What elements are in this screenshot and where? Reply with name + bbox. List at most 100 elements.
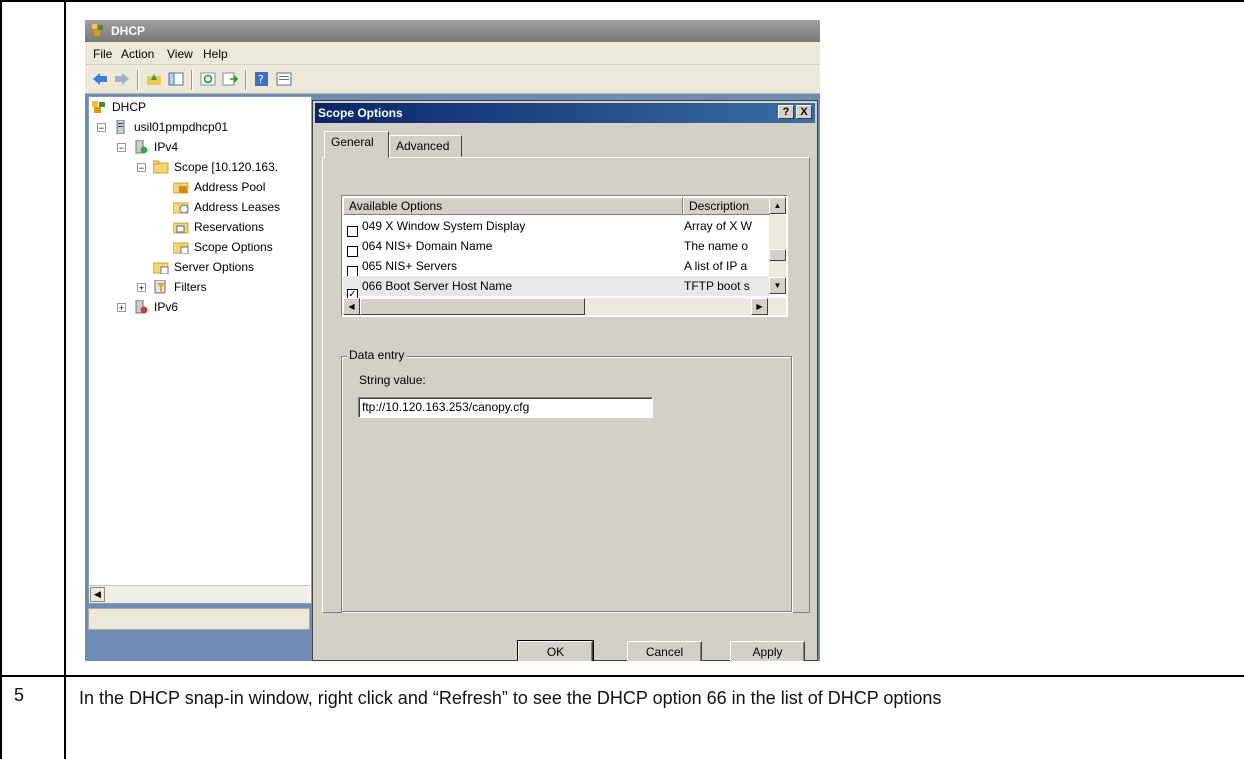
tree-label: IPv4 bbox=[154, 140, 179, 154]
toolbar: ? bbox=[85, 65, 820, 94]
tree-node-reservations[interactable]: Reservations bbox=[173, 218, 264, 236]
address-pool-icon bbox=[173, 182, 189, 194]
table-divider bbox=[64, 0, 66, 759]
table-border-top bbox=[0, 0, 1244, 2]
refresh-icon[interactable] bbox=[199, 71, 217, 87]
dialog-title-bar: Scope Options ? X bbox=[315, 103, 815, 123]
help-icon[interactable]: ? bbox=[253, 71, 271, 87]
options-vertical-scrollbar[interactable]: ▲ ▼ bbox=[769, 197, 786, 294]
option-description: A list of IP a bbox=[684, 259, 748, 273]
tree-label: Scope Options bbox=[194, 240, 273, 254]
expand-toggle[interactable]: + bbox=[117, 303, 126, 313]
address-leases-icon bbox=[173, 202, 189, 214]
expand-toggle[interactable]: + bbox=[137, 283, 146, 293]
ipv4-icon bbox=[135, 140, 148, 154]
tree-node-address-leases[interactable]: Address Leases bbox=[173, 198, 280, 216]
tree-label: Address Pool bbox=[194, 180, 266, 194]
menu-help[interactable]: Help bbox=[203, 47, 228, 61]
option-name: 065 NIS+ Servers bbox=[362, 259, 458, 273]
show-hide-tree-icon[interactable] bbox=[167, 71, 185, 87]
tree-node-server-options[interactable]: Server Options bbox=[153, 258, 254, 276]
tree-label: DHCP bbox=[112, 100, 147, 114]
dhcp-app-icon bbox=[92, 24, 103, 36]
back-arrow-icon[interactable] bbox=[91, 71, 109, 87]
status-bar bbox=[88, 608, 310, 630]
tree-label: Reservations bbox=[194, 220, 265, 234]
option-description: The name o bbox=[684, 239, 749, 253]
option-row[interactable]: 065 NIS+ Servers A list of IP a bbox=[343, 256, 770, 277]
cancel-button[interactable]: Cancel bbox=[627, 641, 702, 661]
export-list-icon[interactable] bbox=[221, 71, 239, 87]
scroll-thumb[interactable] bbox=[769, 249, 786, 261]
column-header-options[interactable]: Available Options bbox=[343, 197, 683, 215]
column-header-description[interactable]: Description bbox=[683, 197, 770, 215]
console-tree: DHCP − usil01pmpdhcp01 − IPv4 − Scope [1… bbox=[88, 96, 312, 604]
tree-node-address-pool[interactable]: Address Pool bbox=[173, 178, 265, 196]
filters-icon bbox=[154, 280, 166, 294]
tree-node-server[interactable]: usil01pmpdhcp01 bbox=[113, 118, 228, 136]
tree-node-ipv4[interactable]: IPv4 bbox=[133, 138, 178, 156]
scroll-up-icon[interactable]: ▲ bbox=[769, 197, 786, 214]
tree-label: IPv6 bbox=[154, 300, 179, 314]
string-value-label: String value: bbox=[359, 373, 426, 387]
toolbar-separator bbox=[245, 70, 247, 90]
option-row[interactable]: 064 NIS+ Domain Name The name o bbox=[343, 236, 770, 257]
mmc-title-bar: DHCP bbox=[85, 20, 820, 42]
string-value-input[interactable]: ftp://10.120.163.253/canopy.cfg bbox=[358, 397, 653, 418]
options-horizontal-scrollbar[interactable]: ◀ ▶ bbox=[343, 298, 786, 315]
apply-button[interactable]: Apply bbox=[730, 641, 805, 661]
scope-options-dialog: Scope Options ? X General Advanced Avail… bbox=[312, 100, 818, 661]
option-name: 049 X Window System Display bbox=[362, 219, 526, 233]
tree-node-filters[interactable]: Filters bbox=[153, 278, 207, 296]
ok-button[interactable]: OK bbox=[517, 640, 594, 661]
up-folder-icon[interactable] bbox=[145, 71, 163, 87]
option-description: TFTP boot s bbox=[684, 279, 750, 293]
collapse-toggle[interactable]: − bbox=[117, 143, 126, 153]
properties-icon[interactable] bbox=[275, 71, 293, 87]
tree-node-scope[interactable]: Scope [10.120.163. bbox=[153, 158, 278, 176]
tree-node-ipv6[interactable]: IPv6 bbox=[133, 298, 178, 316]
tree-label: usil01pmpdhcp01 bbox=[134, 120, 229, 134]
mmc-title: DHCP bbox=[111, 24, 146, 38]
close-button[interactable]: X bbox=[796, 105, 812, 119]
scroll-left-icon[interactable]: ◀ bbox=[343, 298, 360, 315]
data-entry-group bbox=[341, 356, 792, 612]
step-instruction: In the DHCP snap-in window, right click … bbox=[79, 688, 942, 708]
tree-horizontal-scrollbar[interactable]: ◀ bbox=[89, 585, 310, 603]
scroll-thumb[interactable] bbox=[360, 298, 585, 315]
server-options-icon bbox=[153, 262, 169, 274]
server-icon bbox=[116, 120, 125, 134]
tab-advanced[interactable]: Advanced bbox=[389, 135, 462, 157]
option-description: Array of X W bbox=[684, 219, 753, 233]
option-row[interactable]: 049 X Window System Display Array of X W bbox=[343, 216, 770, 237]
tab-general[interactable]: General bbox=[324, 131, 389, 158]
collapse-toggle[interactable]: − bbox=[97, 123, 106, 133]
menu-view[interactable]: View bbox=[167, 47, 193, 61]
table-row-separator bbox=[0, 675, 1244, 677]
toolbar-separator bbox=[191, 70, 193, 90]
help-button[interactable]: ? bbox=[778, 105, 794, 119]
scroll-down-icon[interactable]: ▼ bbox=[769, 277, 786, 294]
ipv6-icon bbox=[135, 300, 148, 314]
collapse-toggle[interactable]: − bbox=[137, 163, 146, 173]
option-name: 064 NIS+ Domain Name bbox=[362, 239, 493, 253]
dhcp-screenshot: DHCP File Action View Help ? DHCP − usil… bbox=[85, 20, 820, 661]
data-entry-label: Data entry bbox=[347, 348, 407, 362]
tree-label: Server Options bbox=[174, 260, 255, 274]
scroll-right-icon[interactable]: ▶ bbox=[751, 298, 768, 315]
scope-options-icon bbox=[173, 242, 189, 254]
forward-arrow-icon[interactable] bbox=[113, 71, 131, 87]
reservations-icon bbox=[173, 222, 189, 234]
menu-action[interactable]: Action bbox=[121, 47, 154, 61]
tree-label: Address Leases bbox=[194, 200, 281, 214]
option-row[interactable]: ✓066 Boot Server Host Name TFTP boot s bbox=[343, 276, 770, 300]
menu-bar: File Action View Help bbox=[85, 42, 820, 65]
toolbar-separator bbox=[137, 70, 139, 90]
menu-file[interactable]: File bbox=[93, 47, 112, 61]
tree-label: Scope [10.120.163. bbox=[174, 160, 279, 174]
tree-node-scope-options[interactable]: Scope Options bbox=[173, 238, 273, 256]
scroll-left-icon[interactable]: ◀ bbox=[90, 587, 105, 602]
available-options-list: Available Options Description 049 X Wind… bbox=[341, 195, 788, 317]
tree-node-dhcp[interactable]: DHCP bbox=[91, 98, 146, 116]
folder-icon bbox=[153, 160, 169, 174]
